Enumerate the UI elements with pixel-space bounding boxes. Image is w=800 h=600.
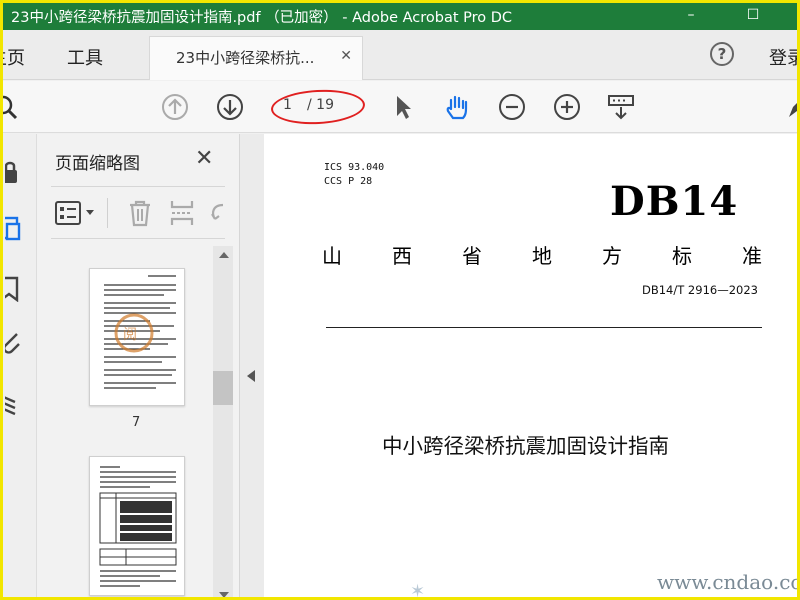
standard-type: 山 西 省 地 方 标 准 [322, 240, 762, 269]
toolbar: 1 / 19 [3, 81, 797, 133]
close-icon[interactable]: ✕ [340, 48, 352, 64]
window-title: 23中小跨径梁桥抗震加固设计指南.pdf （已加密） - Adobe Acrob… [11, 10, 513, 26]
select-cursor-icon[interactable] [389, 93, 417, 121]
zoom-in-icon[interactable] [553, 93, 581, 121]
pen-icon[interactable] [785, 93, 800, 121]
standard-type-char: 地 [532, 244, 552, 268]
standard-code-large: DB14 [610, 178, 739, 225]
ccs-code: CCS P 28 [324, 176, 373, 187]
attachment-icon[interactable] [5, 330, 27, 356]
ics-code: ICS 93.040 [324, 162, 385, 173]
watermark-text: www.cndao.com [657, 570, 797, 594]
page-thumbnails-icon[interactable] [5, 216, 27, 242]
delete-icon[interactable] [127, 199, 153, 227]
divider [326, 327, 762, 328]
thumbnail-label: 7 [132, 415, 141, 430]
thumbnails-panel: 页面缩略图 ✕ 阅 7 [37, 134, 240, 597]
tab-tools[interactable]: 工具 [67, 44, 103, 70]
page-thumbnail[interactable]: 阅 [89, 268, 185, 406]
standard-type-char: 方 [602, 244, 622, 268]
divider [107, 198, 108, 228]
title-bar: 23中小跨径梁桥抗震加固设计指南.pdf （已加密） - Adobe Acrob… [3, 3, 797, 30]
panel-tools [51, 196, 225, 230]
document-title: 中小跨径梁桥抗震加固设计指南 [382, 434, 669, 458]
thumbnails-scrollbar[interactable] [213, 246, 233, 597]
login-button[interactable]: 登录 [769, 44, 797, 70]
tab-home[interactable]: 主页 [3, 44, 25, 70]
layers-icon[interactable] [5, 390, 27, 416]
standard-type-char: 准 [742, 244, 762, 268]
scroll-mode-icon[interactable] [607, 93, 635, 121]
left-rail [3, 134, 37, 597]
tab-document[interactable]: 23中小跨径梁桥抗... ✕ [149, 36, 363, 80]
thumbnail-content [99, 466, 177, 587]
panel-splitter[interactable] [240, 134, 264, 597]
tab-document-label: 23中小跨径梁桥抗... [176, 49, 315, 67]
standard-type-char: 西 [392, 244, 412, 268]
extract-pages-icon[interactable] [169, 199, 195, 227]
help-icon[interactable]: ? [710, 42, 734, 66]
standard-number: DB14/T 2916—2023 [642, 283, 758, 297]
divider [51, 238, 225, 239]
bookmark-icon[interactable] [5, 276, 27, 302]
close-icon[interactable]: ✕ [195, 146, 213, 171]
lock-icon[interactable] [5, 160, 27, 186]
page-thumbnail[interactable] [89, 456, 185, 596]
rotate-icon[interactable] [209, 199, 225, 227]
maximize-button[interactable]: ☐ [733, 3, 773, 30]
panel-title: 页面缩略图 [55, 154, 140, 174]
options-menu-icon[interactable] [55, 200, 99, 226]
hand-tool-icon[interactable] [443, 93, 471, 121]
standard-type-char: 标 [672, 244, 692, 268]
thumbnail-content: 阅 [104, 275, 176, 389]
next-page-icon[interactable] [216, 93, 244, 121]
divider [51, 186, 225, 187]
app-window: 23中小跨径梁桥抗震加固设计指南.pdf （已加密） - Adobe Acrob… [0, 0, 800, 600]
scroll-thumb[interactable] [213, 371, 233, 405]
collapse-arrow-icon[interactable] [247, 370, 255, 382]
watermark-star-icon: ✶ [410, 581, 426, 600]
scroll-down-icon[interactable] [219, 592, 229, 597]
document-page[interactable]: ICS 93.040 CCS P 28 DB14 山 西 省 地 方 标 准 D… [264, 134, 797, 600]
svg-text:阅: 阅 [123, 327, 137, 343]
scroll-up-icon[interactable] [219, 252, 229, 258]
standard-type-char: 山 [322, 244, 342, 268]
minimize-button[interactable]: – [671, 3, 711, 30]
standard-type-char: 省 [462, 244, 482, 268]
search-icon[interactable] [0, 93, 19, 121]
tab-bar: 主页 工具 23中小跨径梁桥抗... ✕ ? 登录 [3, 30, 797, 80]
zoom-out-icon[interactable] [498, 93, 526, 121]
previous-page-icon[interactable] [161, 93, 189, 121]
